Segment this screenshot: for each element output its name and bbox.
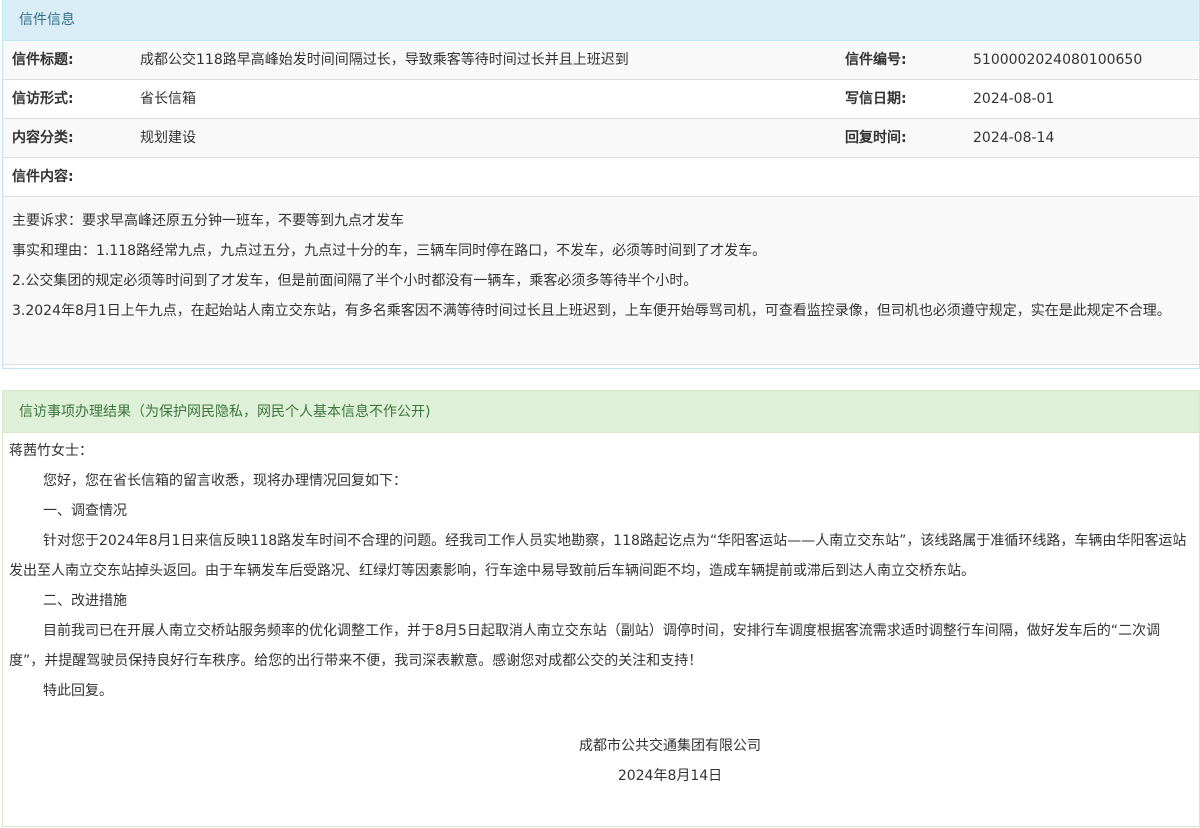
signature: 成都市公共交通集团有限公司 [579,738,761,754]
reply-time-label: 回复时间: [845,130,907,146]
content-line: 主要诉求：要求早高峰还原五分钟一班车，不要等到九点才发车 [12,213,404,229]
sign-date: 2024年8月14日 [617,768,723,784]
write-date-value: 2024-08-01 [973,91,1055,107]
letter-info-panel: 信件信息 信件标题: 成都公交118路早高峰始发时间间隔过长，导致乘客等待时间过… [2,0,1200,369]
letter-info-heading: 信件信息 [3,0,1199,41]
closing: 特此回复。 [43,683,113,699]
content-line: 事实和理由：1.118路经常九点，九点过五分，九点过十分的车，三辆车同时停在路口… [12,243,767,259]
content-line: 2.公交集团的规定必须等时间到了才发车，但是前面间隔了半个小时都没有一辆车，乘客… [12,273,698,289]
category-value: 规划建设 [140,130,196,146]
letter-category-row: 内容分类: 规划建设 回复时间: 2024-08-14 [3,119,1199,158]
letter-title-value: 成都公交118路早高峰始发时间间隔过长，导致乘客等待时间过长并且上班迟到 [140,52,629,68]
reply-body: 蒋茜竹女士： 您好，您在省长信箱的留言收悉，现将办理情况回复如下： 一、调查情况… [3,433,1199,791]
letter-form-value: 省长信箱 [140,91,196,107]
letter-form-row: 信访形式: 省长信箱 写信日期: 2024-08-01 [3,80,1199,119]
category-label: 内容分类: [12,130,74,146]
write-date-label: 写信日期: [845,91,907,107]
salutation: 蒋茜竹女士： [9,443,93,459]
letter-form-label: 信访形式: [12,91,74,107]
section1-body: 针对您于2024年8月1日来信反映118路发车时间不合理的问题。经我司工作人员实… [9,533,1187,579]
result-panel: 信访事项办理结果（为保护网民隐私，网民个人基本信息不作公开) 蒋茜竹女士： 您好… [2,390,1200,827]
section2-title: 二、改进措施 [43,593,127,609]
reply-time-value: 2024-08-14 [973,130,1055,146]
letter-number-value: 5100002024080100650 [973,52,1143,68]
letter-number-label: 信件编号: [845,52,907,68]
letter-content-label: 信件内容: [12,169,74,185]
greeting: 您好，您在省长信箱的留言收悉，现将办理情况回复如下： [43,473,407,489]
letter-title-row: 信件标题: 成都公交118路早高峰始发时间间隔过长，导致乘客等待时间过长并且上班… [3,41,1199,80]
result-heading: 信访事项办理结果（为保护网民隐私，网民个人基本信息不作公开) [3,391,1199,433]
letter-title-label: 信件标题: [12,52,74,68]
section1-title: 一、调查情况 [43,503,127,519]
content-line: 3.2024年8月1日上午九点，在起始站人南立交东站，有多名乘客因不满等待时间过… [12,303,1171,319]
section2-body: 目前我司已在开展人南立交桥站服务频率的优化调整工作，并于8月5日起取消人南立交东… [9,623,1161,669]
letter-content-label-row: 信件内容: [3,158,1199,197]
letter-content: 主要诉求：要求早高峰还原五分钟一班车，不要等到九点才发车 事实和理由：1.118… [3,197,1199,365]
